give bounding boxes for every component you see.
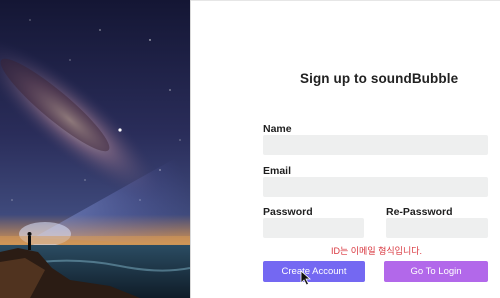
create-account-button[interactable]: Create Account <box>263 261 365 282</box>
panel-divider <box>190 0 191 298</box>
validation-error: ID는 이메일 형식입니다. <box>331 246 423 256</box>
page-title: Sign up to soundBubble <box>300 71 459 86</box>
repassword-label: Re-Password <box>386 206 453 218</box>
password-label: Password <box>263 206 313 218</box>
email-label: Email <box>263 165 292 177</box>
repassword-input[interactable] <box>386 218 488 238</box>
mouse-pointer-icon <box>300 270 312 286</box>
go-to-login-button[interactable]: Go To Login <box>384 261 488 282</box>
password-input[interactable] <box>263 218 364 238</box>
top-border <box>191 0 500 1</box>
name-input[interactable] <box>263 135 488 155</box>
hero-image <box>0 0 190 298</box>
name-label: Name <box>263 123 292 135</box>
email-input[interactable] <box>263 177 488 197</box>
